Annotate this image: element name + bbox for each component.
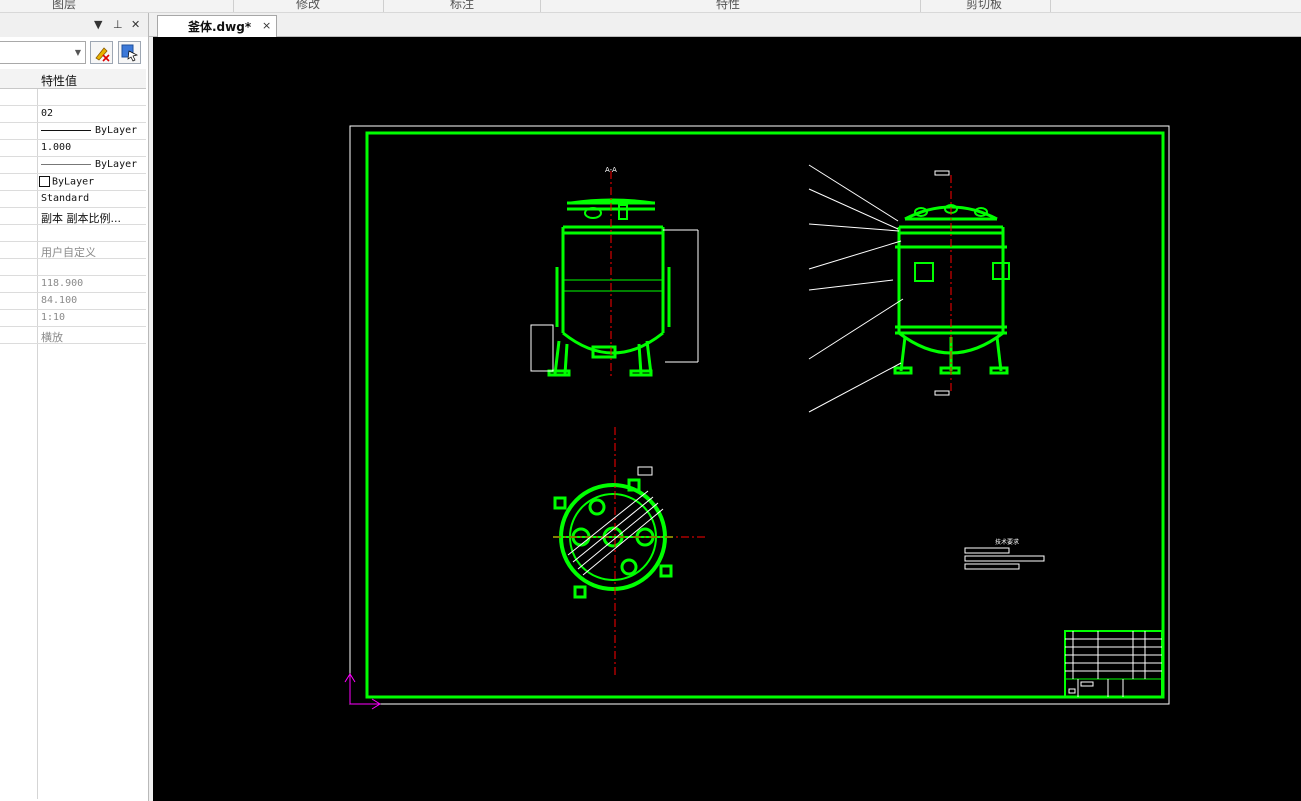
property-row-height[interactable]: 84.100 (0, 293, 146, 310)
properties-palette: ▼ ⊥ ✕ ▼ 特性值 02 ByLayer 1.000 ByLayer ByL… (0, 13, 149, 801)
close-icon[interactable]: ✕ (131, 18, 140, 31)
ribbon-properties-group[interactable]: 特性 (716, 0, 740, 12)
ribbon-clipboard-group[interactable]: 剪切板 (966, 0, 1002, 12)
color-swatch (39, 176, 50, 187)
side-elevation-view (808, 164, 1010, 413)
property-value: 横放 (41, 331, 63, 344)
drawing-svg: A-A 技术要求 (344, 125, 1170, 710)
property-row-style[interactable]: Standard (0, 191, 146, 208)
ribbon-separator (383, 0, 384, 12)
select-objects-button[interactable] (118, 41, 141, 64)
property-value: ByLayer (95, 159, 138, 170)
property-value: ByLayer (95, 125, 138, 136)
property-row-paper-size[interactable]: 用户自定义 (0, 242, 146, 259)
property-row-copy[interactable]: 副本 副本比例... (0, 208, 146, 225)
dropdown-icon[interactable]: ▼ (94, 18, 102, 31)
chevron-down-icon: ▼ (74, 48, 81, 57)
front-section-view (530, 171, 699, 377)
title-block (1064, 630, 1163, 698)
property-value: ByLayer (52, 176, 95, 188)
property-value: 02 (41, 108, 54, 119)
ribbon-modify-group[interactable]: 修改 (296, 0, 320, 12)
document-tab[interactable]: 釜体.dwg* × (157, 15, 277, 37)
ribbon-separator (1050, 0, 1051, 12)
property-value: 1.000 (41, 142, 72, 153)
property-row-linetype[interactable]: ByLayer (0, 123, 146, 140)
property-row-scale[interactable]: 1:10 (0, 310, 146, 327)
property-value: 1:10 (41, 312, 66, 323)
close-tab-icon[interactable]: × (262, 19, 271, 32)
property-row-orientation[interactable]: 横放 (0, 327, 146, 344)
ribbon-panel-titles: 图层 修改 标注 特性 剪切板 (0, 0, 1301, 13)
property-value: 用户自定义 (41, 246, 96, 259)
ribbon-layer-group[interactable]: 图层 (52, 0, 76, 12)
property-grid-header: 特性值 (0, 69, 146, 89)
toggle-pickadd-button[interactable] (90, 41, 113, 64)
property-row-layer[interactable]: 02 (0, 106, 146, 123)
property-row-width[interactable]: 118.900 (0, 276, 146, 293)
document-tabbar: 釜体.dwg* × (149, 13, 1301, 37)
drawing-frame (365, 131, 1165, 699)
ribbon-separator (920, 0, 921, 12)
top-plan-view (553, 427, 708, 677)
property-row[interactable] (0, 225, 146, 242)
lineweight-preview (41, 163, 91, 165)
section-label: A-A (605, 166, 617, 174)
ucs-icon (344, 673, 381, 710)
property-value: Standard (41, 193, 90, 204)
property-value: 118.900 (41, 278, 84, 289)
linetype-preview (41, 129, 91, 131)
property-value: 副本 副本比例... (41, 212, 121, 225)
ribbon-dimension-group[interactable]: 标注 (450, 0, 474, 12)
property-row-color[interactable]: ByLayer (0, 174, 146, 191)
property-row-linetype-scale[interactable]: 1.000 (0, 140, 146, 157)
ribbon-separator (540, 0, 541, 12)
object-type-select[interactable]: ▼ (0, 41, 86, 64)
drawing-canvas[interactable]: A-A 技术要求 (153, 37, 1301, 801)
property-value: 84.100 (41, 295, 78, 306)
property-row[interactable] (0, 259, 146, 276)
palette-titlebar: ▼ ⊥ ✕ (0, 13, 148, 37)
pencil-x-icon (95, 47, 110, 62)
property-grid: 特性值 02 ByLayer 1.000 ByLayer ByLayer Sta… (0, 69, 146, 344)
pin-icon[interactable]: ⊥ (113, 18, 123, 31)
tech-requirements-title: 技术要求 (995, 538, 1019, 546)
sheet-border (349, 125, 1170, 705)
property-value-column-title: 特性值 (41, 74, 78, 88)
ribbon-separator (233, 0, 234, 12)
property-row[interactable] (0, 89, 146, 106)
tech-requirements-block (964, 547, 1045, 570)
property-row-lineweight[interactable]: ByLayer (0, 157, 146, 174)
document-tab-title: 釜体.dwg* (188, 20, 252, 34)
select-objects-icon (121, 44, 139, 62)
